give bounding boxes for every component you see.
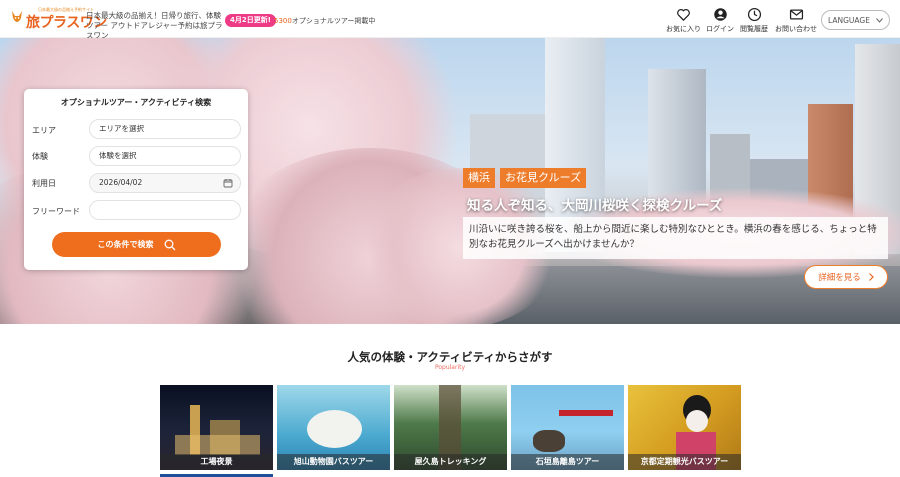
date-value: 2026/04/02 — [99, 178, 143, 187]
card-ishigaki-islands[interactable]: 石垣島離島ツアー — [511, 385, 624, 470]
card-label: 屋久島トレッキング — [394, 454, 507, 470]
history-label: 閲覧履歴 — [740, 25, 768, 33]
contact-button[interactable]: お問い合わせ — [775, 7, 817, 34]
tour-count-number: 5300 — [274, 17, 292, 25]
site-tagline: 日本最大級の品揃え！日帰り旅行、体験ツアー アウトドアレジャー予約は旅プラスワン — [86, 11, 223, 40]
search-button-label: この条件で検索 — [97, 240, 154, 249]
hero-description: 川沿いに咲き誇る桜を、船上から間近に楽しむ特別なひととき。横浜の春を感じる、ちょ… — [463, 217, 888, 259]
hero-tags: 横浜 お花見クルーズ — [463, 168, 587, 188]
freeword-input[interactable] — [89, 200, 241, 220]
tour-count: 5300オプショナルツアー掲載中 — [274, 16, 375, 26]
site-header: 日本最大級の品揃え予約サイト 旅プラスワン 日本最大級の品揃え！日帰り旅行、体験… — [0, 0, 900, 40]
hero-tag-category[interactable]: お花見クルーズ — [500, 168, 587, 188]
card-kyoto-bus-tour[interactable]: 京都定期観光バスツアー — [628, 385, 741, 470]
polar-bear — [307, 410, 362, 448]
experience-label: 体験 — [32, 152, 48, 161]
card-label: 石垣島離島ツアー — [511, 454, 624, 470]
login-button[interactable]: ログイン — [706, 7, 734, 34]
date-label: 利用日 — [32, 179, 56, 188]
search-panel: オプショナルツアー・アクティビティ検索 エリア エリアを選択 体験 体験を選択 … — [24, 89, 248, 270]
date-field[interactable]: 2026/04/02 — [89, 173, 241, 193]
favorites-label: お気に入り — [666, 25, 701, 33]
chevron-right-icon — [868, 273, 874, 281]
hero-title: 知る人ぞ知る、大岡川桜咲く探検クルーズ — [467, 198, 723, 214]
freeword-label: フリーワード — [32, 207, 80, 216]
area-select[interactable]: エリアを選択 — [89, 119, 241, 139]
calendar-icon[interactable] — [223, 178, 233, 188]
water-buffalo — [533, 430, 565, 452]
update-badge: 4月2日更新! — [225, 14, 276, 27]
search-title: オプショナルツアー・アクティビティ検索 — [60, 98, 212, 107]
experience-select[interactable]: 体験を選択 — [89, 146, 241, 166]
chevron-down-icon — [876, 17, 883, 23]
user-icon — [713, 8, 727, 21]
card-factory-night[interactable]: 工場夜景 — [160, 385, 273, 470]
language-select[interactable]: LANGUAGE — [821, 10, 890, 30]
fox-logo-icon — [12, 11, 22, 22]
mail-icon — [789, 9, 803, 20]
popular-section-subtitle: Popularity — [434, 364, 466, 371]
area-label: エリア — [32, 126, 56, 135]
card-yakushima-trekking[interactable]: 屋久島トレッキング — [394, 385, 507, 470]
clock-icon — [747, 7, 761, 22]
factory-lights — [175, 435, 260, 455]
tour-count-text: オプショナルツアー掲載中 — [291, 17, 376, 25]
site-logo[interactable]: 日本最大級の品揃え予約サイト 旅プラスワン — [10, 6, 107, 32]
history-button[interactable]: 閲覧履歴 — [740, 7, 768, 34]
login-label: ログイン — [706, 25, 734, 33]
card-label: 旭山動物園バスツアー — [277, 454, 390, 470]
card-asahiyama-zoo[interactable]: 旭山動物園バスツアー — [277, 385, 390, 470]
favorites-button[interactable]: お気に入り — [666, 7, 701, 34]
hero-details-button[interactable]: 詳細を見る — [804, 265, 888, 289]
cart-roof — [559, 410, 613, 416]
language-label: LANGUAGE — [828, 15, 870, 25]
search-icon — [164, 239, 175, 250]
contact-label: お問い合わせ — [775, 25, 817, 33]
hero-details-label: 詳細を見る — [818, 273, 861, 283]
heart-icon — [677, 9, 690, 22]
hero-tag-area[interactable]: 横浜 — [463, 168, 495, 188]
card-label: 京都定期観光バスツアー — [628, 454, 741, 470]
card-label: 工場夜景 — [160, 454, 273, 470]
search-button[interactable]: この条件で検索 — [52, 232, 221, 257]
maiko-face — [686, 410, 708, 432]
popular-section-title: 人気の体験・アクティビティからさがす — [347, 350, 553, 364]
